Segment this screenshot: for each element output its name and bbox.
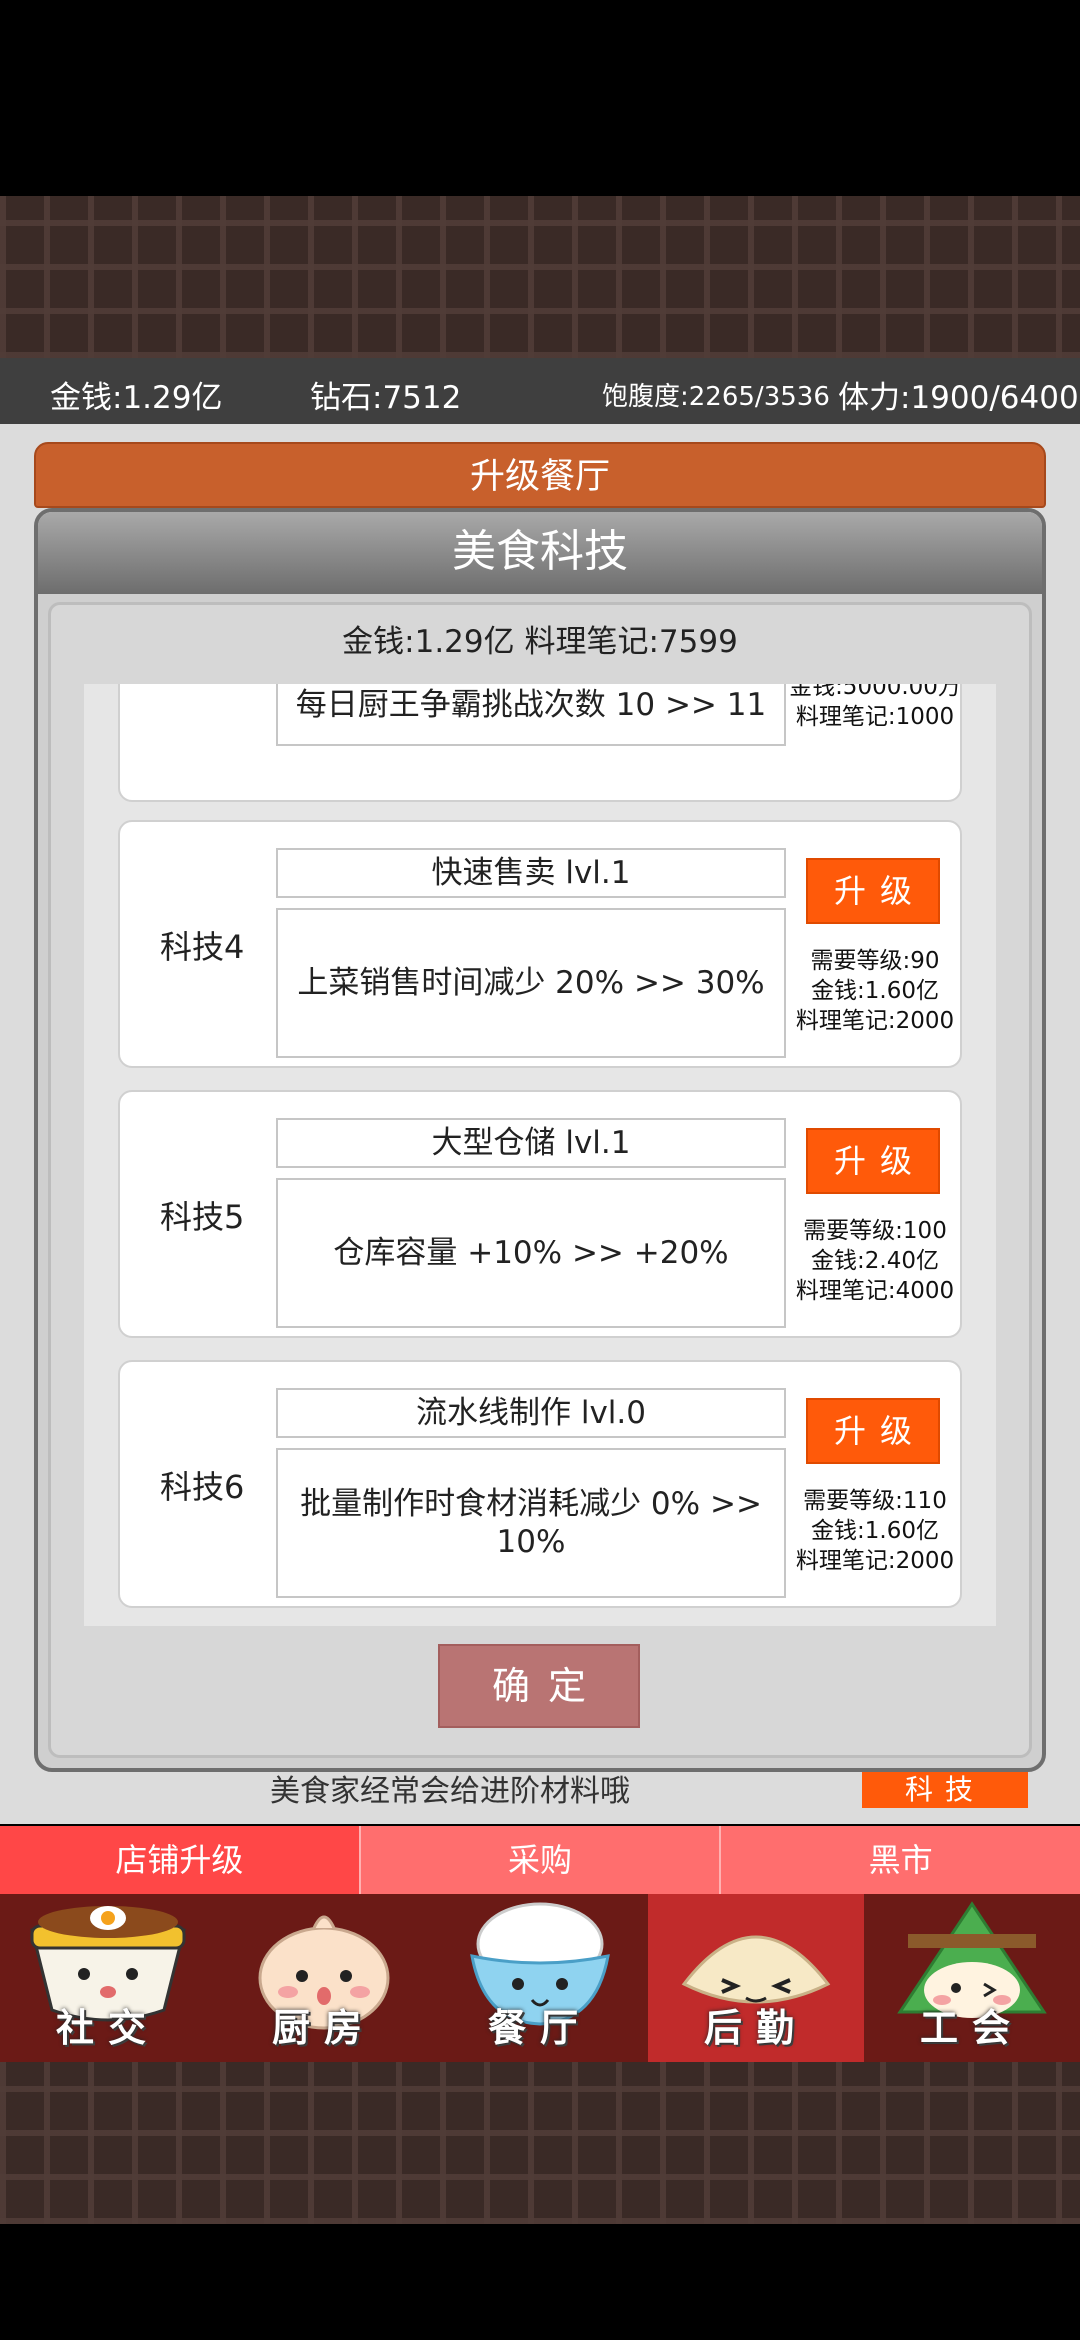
tech-name: 快速售卖 lvl.1: [276, 848, 786, 898]
nav-kitchen[interactable]: 厨房: [216, 1894, 432, 2062]
decorative-pattern-bottom: [0, 2062, 1080, 2224]
resource-bar: 金钱:1.29亿 钻石:7512 饱腹度:2265/3536 体力:1900/6…: [0, 358, 1080, 424]
req-money: 金钱:5000.00万: [789, 684, 961, 700]
nav-label: 工会: [919, 2006, 1024, 2050]
tech-name: 大型仓储 lvl.1: [276, 1118, 786, 1168]
tech-name: 流水线制作 lvl.0: [276, 1388, 786, 1438]
nav-label: 后勤: [703, 2006, 808, 2050]
nav-guild[interactable]: 工会: [864, 1894, 1080, 2062]
confirm-button[interactable]: 确定: [438, 1644, 640, 1728]
upgrade-button[interactable]: 升级: [806, 1128, 940, 1194]
req-money: 金钱:2.40亿: [811, 1248, 939, 1274]
tech-desc: 批量制作时食材消耗减少 0% >> 10%: [276, 1448, 786, 1598]
upgrade-button[interactable]: 升级: [806, 1398, 940, 1464]
tech-button[interactable]: 科技: [862, 1772, 1028, 1808]
nav-label: 厨房: [271, 2006, 376, 2050]
tech-desc: 上菜销售时间减少 20% >> 30%: [276, 908, 786, 1058]
stamina-display: 体力:1900/6400: [838, 380, 1079, 416]
tab-black-market[interactable]: 黑市: [719, 1826, 1080, 1894]
decorative-pattern-top: [0, 196, 1080, 358]
tech-card-6: 科技6 流水线制作 lvl.0 批量制作时食材消耗减少 0% >> 10% 升级…: [118, 1360, 962, 1608]
currency-summary: 金钱:1.29亿 料理笔记:7599: [342, 624, 738, 660]
sub-tab-bar: 店铺升级 采购 黑市: [0, 1826, 1080, 1894]
req-money: 金钱:1.60亿: [811, 978, 939, 1004]
tech-label: 科技4: [160, 928, 245, 966]
tech-desc: 仓库容量 +10% >> +20%: [276, 1178, 786, 1328]
req-level: 需要等级:110: [803, 1488, 947, 1514]
tech-card-5: 科技5 大型仓储 lvl.1 仓库容量 +10% >> +20% 升级 需要等级…: [118, 1090, 962, 1338]
nav-logistics[interactable]: 后勤: [648, 1894, 864, 2062]
req-level: 需要等级:90: [810, 948, 940, 974]
tab-purchase[interactable]: 采购: [358, 1826, 720, 1894]
req-level: 需要等级:100: [803, 1218, 947, 1244]
tech-label: 科技6: [160, 1468, 245, 1506]
tech-desc: 每日厨王争霸挑战次数 10 >> 11: [276, 684, 786, 746]
satiety-display: 饱腹度:2265/3536: [602, 382, 830, 412]
money-display: 金钱:1.29亿: [50, 380, 223, 416]
upgrade-button[interactable]: 升级: [806, 858, 940, 924]
nav-restaurant[interactable]: 餐厅: [432, 1894, 648, 2062]
upgrade-restaurant-banner[interactable]: 升级餐厅: [34, 442, 1046, 508]
tech-card-4: 科技4 快速售卖 lvl.1 上菜销售时间减少 20% >> 30% 升级 需要…: [118, 820, 962, 1068]
nav-label: 社交: [55, 2006, 160, 2050]
req-money: 金钱:1.60亿: [811, 1518, 939, 1544]
tech-list[interactable]: 每日厨王争霸挑战次数 10 >> 11 金钱:5000.00万 料理笔记:100…: [84, 684, 996, 1626]
req-notes: 料理笔记:2000: [795, 1548, 955, 1574]
req-notes: 料理笔记:4000: [795, 1278, 955, 1304]
nav-label: 餐厅: [487, 2006, 592, 2050]
dialog-title: 美食科技: [38, 512, 1042, 594]
diamond-display: 钻石:7512: [310, 380, 462, 416]
nav-social[interactable]: 社交: [0, 1894, 216, 2062]
tab-shop-upgrade[interactable]: 店铺升级: [0, 1826, 359, 1894]
tech-requirements: 金钱:5000.00万 料理笔记:1000: [786, 684, 964, 732]
tech-label: 科技5: [160, 1198, 245, 1236]
tech-requirements: 需要等级:110 金钱:1.60亿 料理笔记:2000: [786, 1486, 964, 1576]
tech-card-partial: 每日厨王争霸挑战次数 10 >> 11 金钱:5000.00万 料理笔记:100…: [118, 684, 962, 802]
main-nav: 社交 厨房 餐厅 后勤 工会: [0, 1894, 1080, 2062]
req-notes: 料理笔记:2000: [795, 1008, 955, 1034]
tech-requirements: 需要等级:100 金钱:2.40亿 料理笔记:4000: [786, 1216, 964, 1306]
tech-requirements: 需要等级:90 金钱:1.60亿 料理笔记:2000: [786, 946, 964, 1036]
req-notes: 料理笔记:1000: [795, 704, 955, 730]
